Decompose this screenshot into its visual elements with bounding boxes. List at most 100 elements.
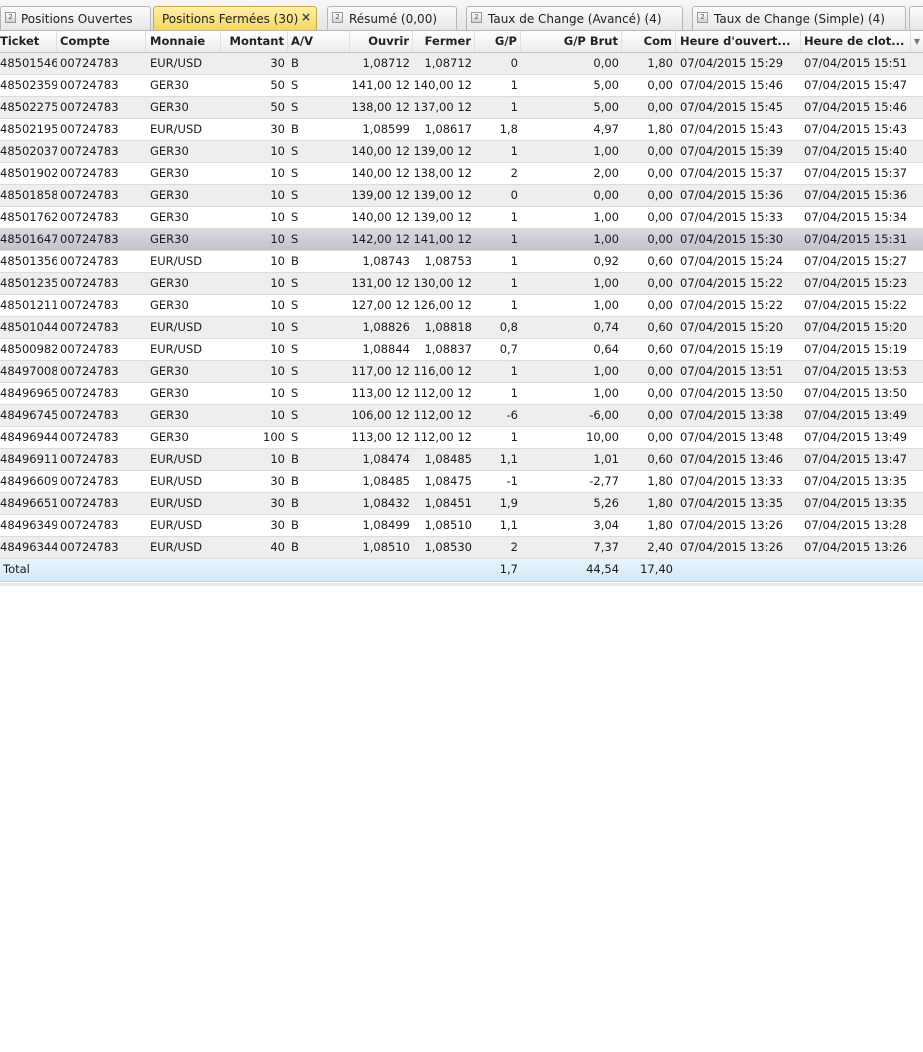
table-row[interactable]: 48497008 00724783 GER30 10 S 12 117,00 12 116,… [0, 361, 923, 383]
chevron-down-icon[interactable]: ▼ [914, 37, 920, 46]
cell-heure-ouverture: 07/04/2015 15:30 [680, 232, 784, 246]
tab-overflow[interactable] [909, 6, 923, 30]
table-row[interactable]: 48496349 00724783 EUR/USD 30 B 1,08499 1,08510… [0, 515, 923, 537]
cell-av: S [291, 210, 299, 224]
table-row[interactable]: 48501546 00724783 EUR/USD 30 B 1,08712 1,08712… [0, 53, 923, 75]
cell-com: 1,80 [647, 474, 673, 488]
tab-taux-change-simple[interactable]: 2 Taux de Change (Simple) (4) [692, 6, 906, 30]
cell-fermer: 12 141,00 [413, 232, 472, 246]
cell-ticket: 48496911 [0, 452, 57, 466]
cell-heure-ouverture: 07/04/2015 15:24 [680, 254, 784, 268]
table-row[interactable]: 48502359 00724783 GER30 50 S 12 141,00 12 140,… [0, 75, 923, 97]
cell-compte: 00724783 [60, 232, 119, 246]
cell-ouvrir: 1,08743 [362, 254, 410, 268]
cell-heure-ouverture: 07/04/2015 13:38 [680, 408, 784, 422]
cell-ouvrir: 1,08485 [362, 474, 410, 488]
cell-heure-cloture: 07/04/2015 15:43 [804, 122, 908, 136]
cell-ticket: 48501546 [0, 56, 57, 70]
cell-fermer: 12 139,00 [413, 210, 472, 224]
table-row[interactable]: 48501647 00724783 GER30 10 S 12 142,00 12 141,… [0, 229, 923, 251]
cell-gp-brut: 5,26 [593, 496, 619, 510]
column-header-com[interactable]: Com [622, 31, 676, 52]
cell-compte: 00724783 [60, 386, 119, 400]
column-header-montant[interactable]: Montant [221, 31, 288, 52]
cell-heure-ouverture: 07/04/2015 13:51 [680, 364, 784, 378]
cell-montant: 10 [270, 210, 285, 224]
cell-montant: 10 [270, 144, 285, 158]
cell-heure-cloture: 07/04/2015 13:28 [804, 518, 908, 532]
table-row[interactable]: 48501762 00724783 GER30 10 S 12 140,00 12 139,… [0, 207, 923, 229]
cell-monnaie: GER30 [150, 166, 189, 180]
cell-monnaie: EUR/USD [150, 518, 203, 532]
table-row[interactable]: 48502195 00724783 EUR/USD 30 B 1,08599 1,08617… [0, 119, 923, 141]
cell-fermer: 12 138,00 [413, 166, 472, 180]
cell-gp: 0 [510, 56, 518, 70]
column-header-gp-brut[interactable]: G/P Brut [521, 31, 622, 52]
cell-heure-cloture: 07/04/2015 15:46 [804, 100, 908, 114]
panel-icon: 2 [697, 12, 708, 23]
column-header-ouvrir[interactable]: Ouvrir [350, 31, 413, 52]
table-row[interactable]: 48496911 00724783 EUR/USD 10 B 1,08474 1,08485… [0, 449, 923, 471]
cell-fermer: 12 139,00 [413, 144, 472, 158]
table-row[interactable]: 48502037 00724783 GER30 10 S 12 140,00 12 139,… [0, 141, 923, 163]
table-row[interactable]: 48500982 00724783 EUR/USD 10 S 1,08844 1,08837… [0, 339, 923, 361]
table-row[interactable]: 48496944 00724783 GER30 100 S 12 113,00 12 112… [0, 427, 923, 449]
tab-resume[interactable]: 2 Résumé (0,00) [327, 6, 457, 30]
cell-heure-cloture: 07/04/2015 13:49 [804, 430, 908, 444]
table-row[interactable]: 48502275 00724783 GER30 50 S 12 138,00 12 137,… [0, 97, 923, 119]
column-header-compte[interactable]: Compte [57, 31, 146, 52]
cell-compte: 00724783 [60, 100, 119, 114]
divider [0, 583, 923, 586]
table-row[interactable]: 48501044 00724783 EUR/USD 10 S 1,08826 1,08818… [0, 317, 923, 339]
column-header-av[interactable]: A/V [288, 31, 350, 52]
cell-gp-brut: 3,04 [593, 518, 619, 532]
cell-gp: 1 [510, 364, 518, 378]
table-row[interactable]: 48496609 00724783 EUR/USD 30 B 1,08485 1,08475… [0, 471, 923, 493]
table-row[interactable]: 48501858 00724783 GER30 10 S 12 139,00 12 139,… [0, 185, 923, 207]
column-header-heure-cloture[interactable]: Heure de clot... [801, 31, 911, 52]
table-row[interactable]: 48496651 00724783 EUR/USD 30 B 1,08432 1,08451… [0, 493, 923, 515]
cell-heure-ouverture: 07/04/2015 13:26 [680, 540, 784, 554]
tab-taux-change-avance[interactable]: 2 Taux de Change (Avancé) (4) [466, 6, 683, 30]
cell-monnaie: EUR/USD [150, 254, 203, 268]
total-gp-brut: 44,54 [586, 562, 619, 576]
column-header-heure-ouverture[interactable]: Heure d'ouvert... [677, 31, 801, 52]
cell-heure-cloture: 07/04/2015 15:22 [804, 298, 908, 312]
table-row[interactable]: 48501902 00724783 GER30 10 S 12 140,00 12 138,… [0, 163, 923, 185]
cell-gp-brut: 1,00 [593, 276, 619, 290]
cell-gp: -6 [506, 408, 518, 422]
cell-av: S [291, 298, 299, 312]
table-row[interactable]: 48496745 00724783 GER30 10 S 12 106,00 12 112,… [0, 405, 923, 427]
cell-compte: 00724783 [60, 320, 119, 334]
total-gp: 1,7 [499, 562, 518, 576]
table-row[interactable]: 48496965 00724783 GER30 10 S 12 113,00 12 112,… [0, 383, 923, 405]
column-header-monnaie[interactable]: Monnaie [147, 31, 221, 52]
tab-label: Positions Fermées (30) [162, 12, 299, 26]
tab-positions-ouvertes[interactable]: 2 Positions Ouvertes [0, 6, 151, 30]
cell-av: B [291, 496, 299, 510]
cell-ticket: 48501902 [0, 166, 57, 180]
cell-av: S [291, 100, 299, 114]
cell-gp: 1 [510, 144, 518, 158]
column-header-gp[interactable]: G/P [475, 31, 521, 52]
tab-label: Résumé (0,00) [349, 12, 438, 26]
table-row[interactable]: 48501235 00724783 GER30 10 S 12 131,00 12 130,… [0, 273, 923, 295]
cell-ticket: 48502359 [0, 78, 57, 92]
column-header-fermer[interactable]: Fermer [413, 31, 475, 52]
tab-positions-fermees[interactable]: Positions Fermées (30) × [153, 6, 317, 30]
cell-montant: 30 [270, 56, 285, 70]
cell-montant: 10 [270, 364, 285, 378]
tab-label: Taux de Change (Simple) (4) [714, 12, 885, 26]
cell-ouvrir: 1,08599 [362, 122, 410, 136]
table-row[interactable]: 48496344 00724783 EUR/USD 40 B 1,08510 1,08530… [0, 537, 923, 559]
table-row[interactable]: 48501211 00724783 GER30 10 S 12 127,00 12 126,… [0, 295, 923, 317]
table-row[interactable]: 48501356 00724783 EUR/USD 10 B 1,08743 1,08753… [0, 251, 923, 273]
cell-com: 0,00 [647, 430, 673, 444]
column-header-ticket[interactable]: Ticket [0, 31, 57, 52]
cell-monnaie: GER30 [150, 408, 189, 422]
close-icon[interactable]: × [301, 10, 311, 24]
cell-heure-cloture: 07/04/2015 13:35 [804, 496, 908, 510]
cell-ticket: 48496965 [0, 386, 57, 400]
cell-gp-brut: 5,00 [593, 100, 619, 114]
cell-gp-brut: 7,37 [593, 540, 619, 554]
